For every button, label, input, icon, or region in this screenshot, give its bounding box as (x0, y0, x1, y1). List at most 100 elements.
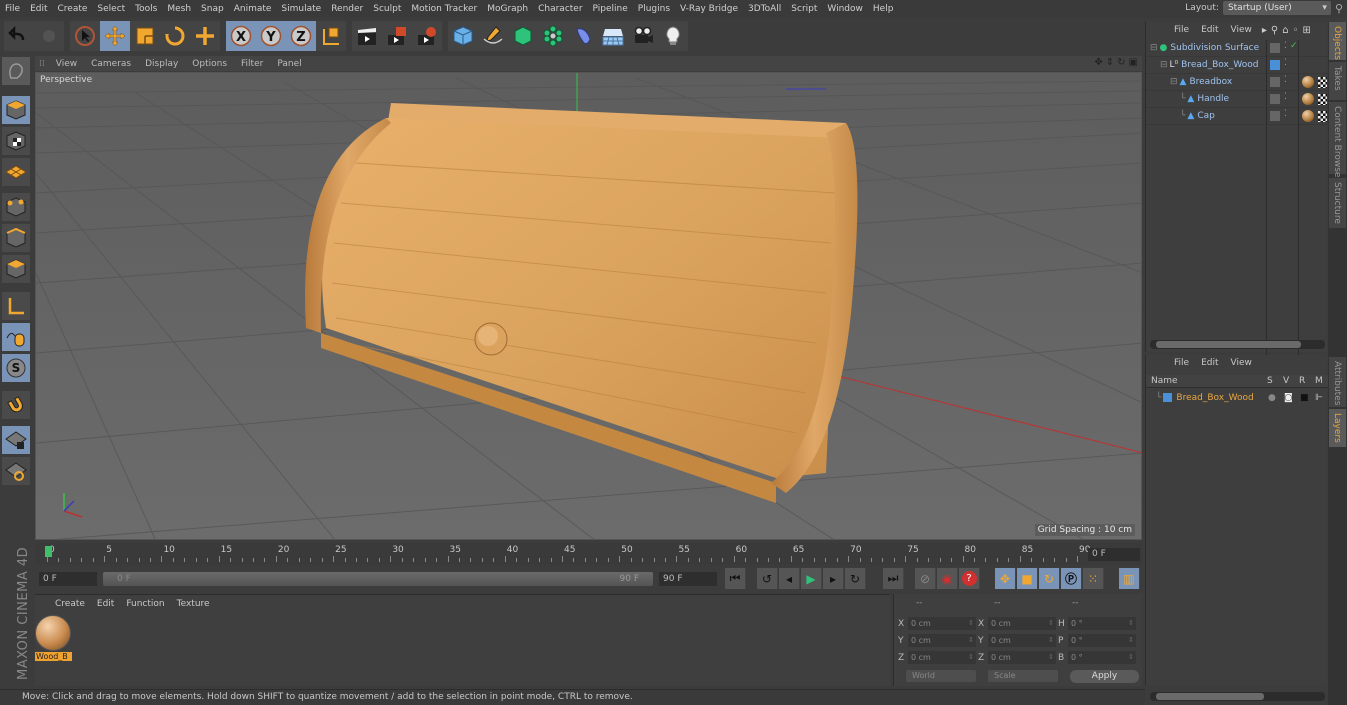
tab-content-browser[interactable]: Content Browser (1329, 102, 1346, 181)
make-editable-icon[interactable] (2, 57, 30, 85)
panel-grip-icon[interactable]: ⁞⁞ (35, 59, 49, 69)
coordinate-field[interactable]: 0 cm (988, 617, 1056, 630)
y-axis-icon[interactable]: Y (256, 21, 286, 51)
viewport-menu-filter[interactable]: Filter (234, 59, 270, 69)
rotate-icon[interactable] (160, 21, 190, 51)
render-picture-viewer-icon[interactable] (382, 21, 412, 51)
edges-mode-icon[interactable] (2, 224, 30, 252)
coordinate-field[interactable]: 0 ° (1068, 617, 1136, 630)
material-tag-icon[interactable] (1302, 76, 1314, 88)
menu-select[interactable]: Select (92, 4, 130, 14)
menu-window[interactable]: Window (822, 4, 868, 14)
object-menu-edit[interactable]: Edit (1195, 25, 1224, 35)
cube-icon[interactable] (448, 21, 478, 51)
editor-render-dots[interactable]: ⁚ (1284, 92, 1287, 102)
undo-icon[interactable] (4, 21, 34, 51)
timeline-window-icon[interactable]: ▥ (1119, 568, 1140, 589)
coordinate-system-icon[interactable] (316, 21, 346, 51)
coordinate-field[interactable]: 0 cm (908, 617, 976, 630)
menu-sculpt[interactable]: Sculpt (368, 4, 406, 14)
scale-icon[interactable] (130, 21, 160, 51)
deformer-icon[interactable] (568, 21, 598, 51)
editor-render-dots[interactable]: ⁚ (1284, 75, 1287, 85)
object-row[interactable]: └ ▲ Handle ⁚ (1146, 91, 1328, 108)
material-tag-icon[interactable] (1302, 93, 1314, 105)
tweak-mode-icon[interactable] (2, 323, 30, 351)
camera-icon[interactable] (628, 21, 658, 51)
material-menu-function[interactable]: Function (120, 599, 170, 609)
floor-icon[interactable] (598, 21, 628, 51)
tree-expander[interactable]: └ (1180, 94, 1185, 104)
render-settings-icon[interactable] (412, 21, 442, 51)
current-frame-field[interactable]: 0 F (1088, 548, 1140, 561)
render-view-icon[interactable] (352, 21, 382, 51)
search-icon[interactable]: ⚲ (1271, 25, 1278, 36)
maximize-icon[interactable]: ▣ (1129, 57, 1138, 68)
layer-menu-view[interactable]: View (1225, 358, 1258, 368)
object-row[interactable]: ⊟ ● Subdivision Surface ⁚ ✓ (1146, 40, 1328, 57)
coordinate-field[interactable]: 0 cm (908, 651, 976, 664)
visibility-toggle[interactable] (1270, 111, 1280, 121)
tab-objects[interactable]: Objects (1329, 22, 1346, 60)
axis-mode-icon[interactable] (2, 292, 30, 320)
collapse-icon[interactable]: ◦ (1293, 25, 1299, 36)
live-selection-icon[interactable] (70, 21, 100, 51)
polygons-mode-icon[interactable] (2, 255, 30, 283)
layer-manager-scrollbar[interactable] (1150, 692, 1325, 701)
preview-range-slider[interactable]: 0 F 90 F (103, 572, 653, 586)
array-icon[interactable] (538, 21, 568, 51)
coordinate-field[interactable]: 0 cm (908, 634, 976, 647)
start-frame-field[interactable]: 0 F (39, 572, 97, 586)
autokey-icon[interactable]: ◉ (937, 568, 958, 589)
menu-mograph[interactable]: MoGraph (482, 4, 533, 14)
menu-file[interactable]: File (0, 4, 25, 14)
key-rotation-icon[interactable]: ↻ (1039, 568, 1060, 589)
layout-dropdown[interactable]: Startup (User) (1222, 1, 1331, 15)
menu-snap[interactable]: Snap (196, 4, 229, 14)
coordinate-field[interactable]: 0 cm (988, 651, 1056, 664)
tree-expander[interactable]: ⊟ (1160, 60, 1168, 70)
layer-name[interactable]: Bread_Box_Wood (1176, 393, 1253, 403)
points-mode-icon[interactable] (2, 193, 30, 221)
object-menu-file[interactable]: File (1168, 25, 1195, 35)
editor-render-dots[interactable]: ⁚ (1284, 109, 1287, 119)
viewport-menu-options[interactable]: Options (185, 59, 234, 69)
menu-animate[interactable]: Animate (229, 4, 277, 14)
record-disabled-icon[interactable]: ⊘ (915, 568, 936, 589)
tab-structure[interactable]: Structure (1329, 178, 1346, 228)
previous-frame-icon[interactable]: ◂ (779, 568, 800, 589)
coordinate-field[interactable]: 0 ° (1068, 651, 1136, 664)
pen-spline-icon[interactable] (478, 21, 508, 51)
coordinate-field[interactable]: 0 cm (988, 634, 1056, 647)
workplane-lock-icon[interactable] (2, 426, 30, 454)
texture-tag-icon[interactable] (1318, 77, 1327, 88)
coordinate-field[interactable]: 0 ° (1068, 634, 1136, 647)
material-tag-icon[interactable] (1302, 110, 1314, 122)
menu-edit[interactable]: Edit (25, 4, 52, 14)
visibility-toggle[interactable] (1270, 43, 1280, 53)
texture-mode-icon[interactable] (2, 127, 30, 155)
key-position-icon[interactable]: ✥ (995, 568, 1016, 589)
menu-plugins[interactable]: Plugins (633, 4, 675, 14)
texture-tag-icon[interactable] (1318, 111, 1327, 122)
object-row[interactable]: └ ▲ Cap ⁚ (1146, 108, 1328, 125)
end-frame-field[interactable]: 90 F (659, 572, 717, 586)
material-menu-create[interactable]: Create (49, 599, 91, 609)
go-to-start-icon[interactable]: ⏮ (725, 568, 746, 589)
tree-expander[interactable]: ⊟ (1170, 77, 1178, 87)
editor-render-dots[interactable]: ⁚ (1284, 41, 1287, 51)
tree-expander[interactable]: ⊟ (1150, 43, 1158, 53)
next-key-icon[interactable]: ↻ (845, 568, 866, 589)
menu-v-ray-bridge[interactable]: V-Ray Bridge (675, 4, 743, 14)
transform-mode-dropdown[interactable]: Scale (988, 670, 1058, 682)
key-pla-icon[interactable]: ⁙ (1083, 568, 1104, 589)
layer-row[interactable]: └ Bread_Box_Wood ● ◙ ■ ⊩ (1146, 389, 1328, 406)
layer-menu-file[interactable]: File (1168, 358, 1195, 368)
go-to-end-icon[interactable]: ⏭ (883, 568, 904, 589)
menu-script[interactable]: Script (786, 4, 822, 14)
visibility-toggle[interactable] (1270, 60, 1280, 70)
menu-character[interactable]: Character (533, 4, 587, 14)
texture-tag-icon[interactable] (1318, 94, 1327, 105)
layer-menu-edit[interactable]: Edit (1195, 358, 1224, 368)
menu-simulate[interactable]: Simulate (276, 4, 326, 14)
